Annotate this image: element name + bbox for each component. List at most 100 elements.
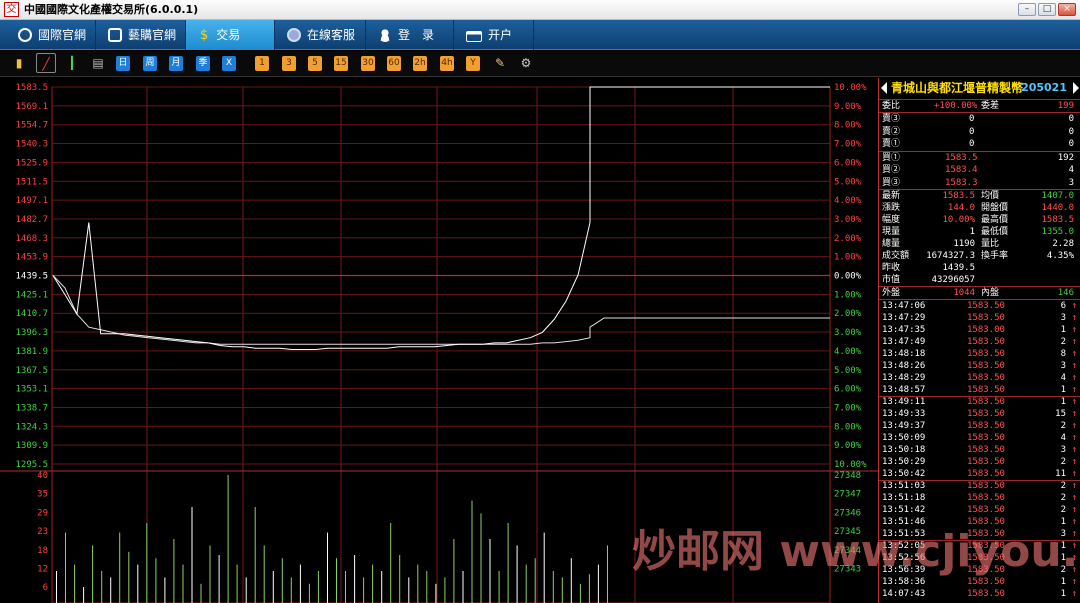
tick-time: 14:07:43: [882, 589, 926, 599]
volume-bar: [83, 587, 85, 603]
volume-bar: [65, 532, 66, 603]
up-arrow-icon: ↑: [1071, 445, 1077, 455]
volume-right-tick-label: 27346: [834, 508, 861, 518]
tick-price: 1583.50: [967, 313, 1005, 323]
volume-bar: [435, 583, 437, 603]
tick-price: 1583.50: [967, 349, 1005, 359]
app-logo-icon: 交: [4, 2, 19, 17]
tick-time: 13:47:49: [882, 337, 926, 347]
price-tick-label: 1468.3: [15, 234, 48, 244]
tick-volume: 8: [1060, 349, 1066, 359]
gear-icon[interactable]: ⚙: [518, 56, 534, 71]
tick-time: 13:48:57: [882, 385, 926, 395]
line-chart-icon[interactable]: ╱: [36, 53, 56, 73]
volume-bar: [227, 475, 229, 603]
year-button[interactable]: Y: [466, 56, 480, 71]
min-1-button[interactable]: 1: [255, 56, 269, 71]
period-season-button[interactable]: 季: [196, 56, 210, 71]
price-tick-label: 1381.9: [15, 347, 48, 357]
percent-tick-label: 2.00%: [834, 234, 862, 244]
tick-time: 13:49:11: [882, 397, 926, 407]
nav-art-site[interactable]: 藝購官網: [96, 20, 186, 50]
hour-4-button[interactable]: 4h: [440, 56, 454, 71]
tick-price: 1583.50: [967, 529, 1005, 539]
draw-tool-icon[interactable]: ✎: [492, 56, 508, 71]
percent-tick-label: 5.00%: [834, 177, 862, 187]
tick-volume: 15: [1055, 409, 1066, 419]
volume-right-tick-label: 27345: [834, 527, 861, 537]
minimize-icon[interactable]: –: [1018, 3, 1036, 16]
volume-bar: [354, 555, 356, 603]
percent-tick-label: 4.00%: [834, 196, 862, 206]
tick-price: 1583.50: [967, 385, 1005, 395]
volume-bar: [444, 577, 446, 603]
price-tick-label: 1338.7: [15, 403, 48, 413]
nav-label: 藝購官網: [128, 28, 177, 42]
tick-volume: 2: [1060, 505, 1066, 515]
min-5-button[interactable]: 5: [308, 56, 322, 71]
percent-tick-label: 8.00%: [834, 422, 862, 432]
period-x-button[interactable]: X: [222, 56, 236, 71]
volume-bar: [489, 539, 491, 603]
up-arrow-icon: ↑: [1071, 409, 1077, 419]
stat-value: 1407.0: [1041, 191, 1074, 201]
volume-bar: [543, 532, 545, 603]
next-stock-icon[interactable]: [1073, 82, 1079, 94]
volume-bar: [101, 571, 103, 603]
nav-label: 开户: [488, 28, 513, 42]
tick-time: 13:48:18: [882, 349, 926, 359]
bar-chart-icon[interactable]: ▮: [11, 56, 27, 71]
globe-icon: [18, 28, 32, 42]
price-tick-label: 1353.1: [15, 385, 48, 395]
outer-volume-label: 外盤: [882, 288, 901, 298]
tick-price: 1583.50: [967, 589, 1005, 599]
volume-bar: [363, 577, 365, 603]
volume-bar: [263, 545, 265, 603]
hour-2-button[interactable]: 2h: [413, 56, 427, 71]
grid-icon[interactable]: ▤: [90, 56, 106, 71]
sell-level-label: 賣②: [882, 126, 901, 137]
kline-icon[interactable]: ┃: [64, 56, 80, 71]
nav-login[interactable]: 登 录: [366, 20, 454, 50]
price-tick-label: 1410.7: [15, 309, 48, 319]
volume-bar: [597, 564, 599, 603]
tick-price: 1583.50: [967, 493, 1005, 503]
min-30-button[interactable]: 30: [361, 56, 375, 71]
nav-trade[interactable]: $ 交易: [186, 20, 275, 50]
min-60-button[interactable]: 60: [387, 56, 401, 71]
prev-stock-icon[interactable]: [881, 82, 887, 94]
volume-bar: [317, 571, 319, 603]
nav-intl-site[interactable]: 國際官網: [0, 20, 96, 50]
up-arrow-icon: ↑: [1071, 301, 1077, 311]
tick-price: 1583.50: [967, 541, 1005, 551]
volume-bar: [525, 564, 527, 603]
volume-bar: [372, 564, 374, 603]
nav-online-service[interactable]: 在線客服: [275, 20, 366, 50]
close-icon[interactable]: ×: [1058, 3, 1076, 16]
period-week-button[interactable]: 周: [143, 56, 157, 71]
stat-label: 成交額: [882, 251, 910, 261]
volume-tick-label: 12: [37, 565, 48, 575]
tick-price: 1583.50: [967, 433, 1005, 443]
up-arrow-icon: ↑: [1071, 553, 1077, 563]
link-icon: [108, 28, 122, 42]
period-day-button[interactable]: 日: [116, 56, 130, 71]
stat-label: 最新: [882, 191, 901, 201]
stock-name: 青城山與都江堰普精製幣: [891, 81, 1024, 95]
price-tick-label: 1525.9: [15, 158, 48, 168]
min-15-button[interactable]: 15: [334, 56, 348, 71]
inner-volume-label: 內盤: [981, 288, 1000, 298]
min-3-button[interactable]: 3: [282, 56, 296, 71]
stat-value: 2.28: [1052, 239, 1074, 249]
volume-bar: [308, 583, 310, 603]
percent-tick-label: 1.00%: [834, 290, 862, 300]
tick-volume: 3: [1060, 313, 1066, 323]
buy-level-label: 買②: [882, 165, 901, 175]
period-month-button[interactable]: 月: [169, 56, 183, 71]
nav-open-account[interactable]: 开户: [454, 20, 534, 50]
volume-bar: [426, 571, 428, 603]
maximize-icon[interactable]: □: [1038, 3, 1056, 16]
up-arrow-icon: ↑: [1071, 541, 1077, 551]
inner-volume-value: 146: [1057, 288, 1074, 298]
tick-price: 1583.50: [967, 517, 1005, 527]
